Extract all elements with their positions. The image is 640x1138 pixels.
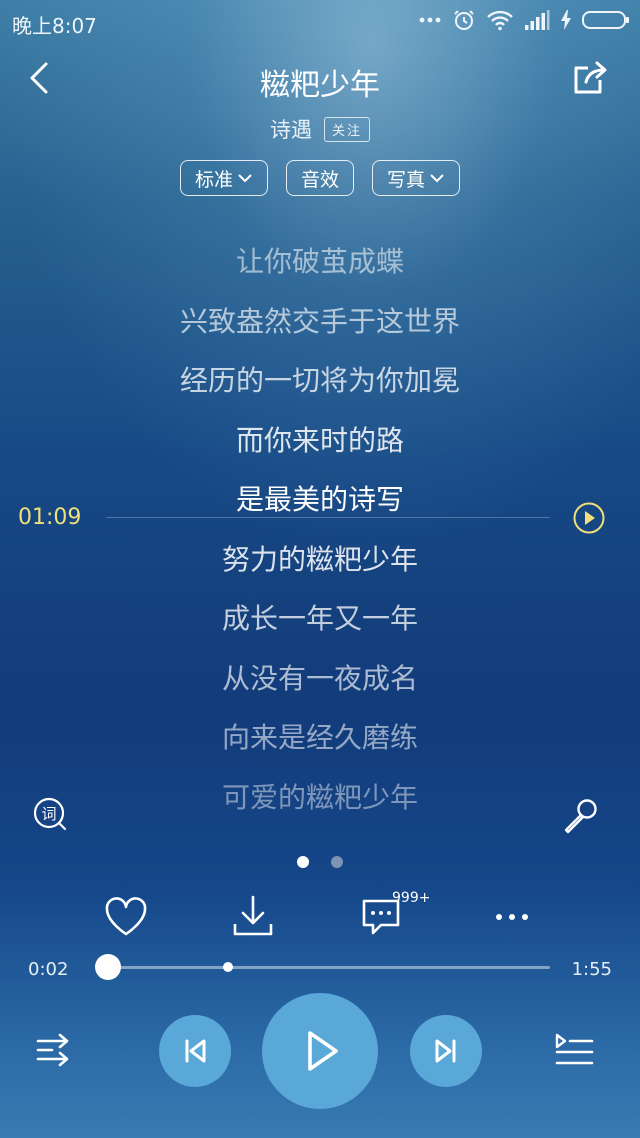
song-title: 糍粑少年 (260, 68, 380, 103)
status-bar: 晚上8:07 (0, 0, 640, 44)
next-button[interactable] (410, 1015, 482, 1087)
wifi-icon (487, 10, 513, 31)
previous-button[interactable] (159, 1015, 231, 1087)
photo-dropdown[interactable]: 写真 (372, 160, 461, 196)
sound-effects-button[interactable]: 音效 (285, 160, 354, 196)
lyric-line: 向来是经久磨练 (221, 721, 418, 754)
more-dots-icon (419, 17, 441, 23)
charging-icon (561, 10, 571, 30)
lyric-line: 成长一年又一年 (221, 602, 418, 635)
playlist-icon[interactable] (554, 1031, 594, 1071)
total-duration: 1:55 (571, 959, 612, 980)
lyric-time-marker: 01:09 (18, 505, 82, 530)
lyric-line: 经历的一切将为你加冕 (179, 364, 460, 397)
play-icon (308, 1031, 338, 1071)
share-icon[interactable] (570, 58, 610, 98)
skip-forward-icon (435, 1039, 456, 1063)
action-bar (0, 892, 640, 942)
photo-label: 写真 (387, 168, 426, 191)
lyric-line: 可爱的糍粑少年 (221, 780, 418, 814)
svg-text:词: 词 (41, 805, 56, 823)
elapsed-time: 0:02 (28, 959, 69, 980)
artist-name[interactable]: 诗遇 (270, 114, 312, 144)
quality-dropdown[interactable]: 标准 (179, 160, 268, 196)
lyric-line: 而你来时的路 (235, 423, 404, 457)
chevron-down-icon (430, 174, 444, 183)
lyric-line: 兴致盎然交手于这世界 (179, 304, 460, 338)
page-dot-active[interactable] (297, 856, 309, 868)
lyric-line: 从没有一夜成名 (221, 661, 418, 695)
page-dot[interactable] (331, 856, 343, 868)
download-icon[interactable] (228, 892, 278, 942)
page-indicator (0, 856, 640, 868)
status-time: 晚上8:07 (12, 14, 97, 38)
lyrics-poster-icon[interactable]: 词 (30, 794, 70, 834)
more-options-icon[interactable] (487, 892, 537, 942)
lyric-line: 努力的糍粑少年 (221, 542, 418, 576)
lyric-position-line (106, 517, 550, 518)
signal-icon (525, 10, 550, 30)
buffer-marker (223, 962, 233, 972)
alarm-icon (454, 10, 474, 30)
lyric-line-current: 是最美的诗写 (235, 483, 404, 516)
progress-thumb[interactable] (94, 954, 121, 980)
progress-track[interactable] (100, 966, 550, 969)
lyric-line: 让你破茧成蝶 (235, 245, 404, 278)
comment-count-badge: 999+ (392, 890, 431, 906)
effects-label: 音效 (300, 168, 339, 191)
play-from-line-icon[interactable] (572, 501, 606, 535)
play-button[interactable] (262, 993, 378, 1109)
follow-button[interactable]: 关注 (323, 116, 370, 142)
skip-back-icon (185, 1039, 206, 1063)
quality-label: 标准 (194, 168, 233, 191)
heart-icon[interactable] (101, 892, 151, 942)
shuffle-mode-icon[interactable] (36, 1032, 74, 1068)
microphone-icon[interactable] (558, 794, 602, 838)
chevron-down-icon (238, 174, 252, 183)
battery-icon (582, 11, 629, 29)
